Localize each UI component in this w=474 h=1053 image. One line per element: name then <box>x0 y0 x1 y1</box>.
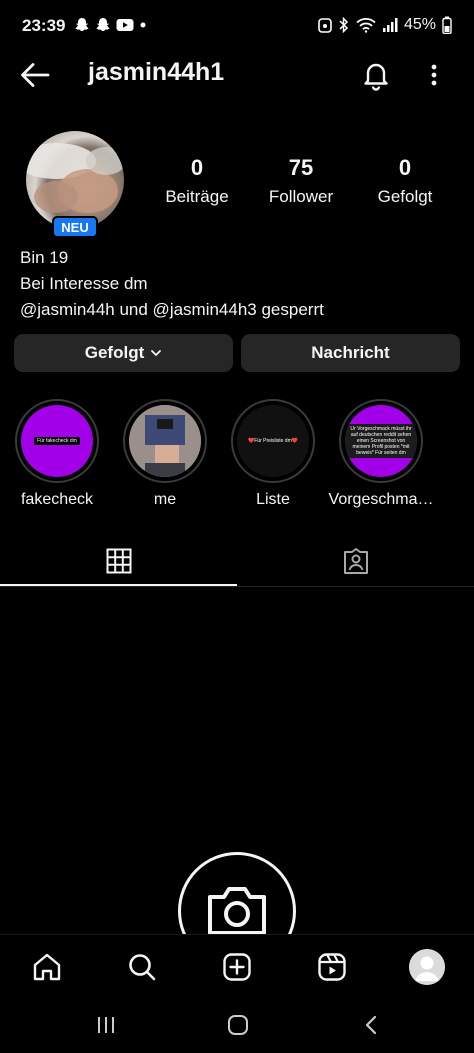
stat-following-label: Gefolgt <box>377 187 433 206</box>
back-system-button[interactable] <box>357 1010 387 1040</box>
bio-line: Bei Interesse dm <box>20 274 148 293</box>
following-button-label: Gefolgt <box>84 343 145 362</box>
highlight-vorgeschmack[interactable]: Ur Vorgeschmack müsst ihr auf deutschen … <box>329 399 433 509</box>
highlight-fakecheck[interactable]: Für fakecheck dm fakecheck <box>14 399 100 509</box>
stat-following-value: 0 <box>398 155 412 180</box>
alarm-icon <box>318 18 332 33</box>
battery-percent: 45% <box>403 16 436 33</box>
signal-icon <box>382 18 398 32</box>
highlight-me[interactable]: me <box>122 399 208 509</box>
stat-posts[interactable]: 0 Beiträge <box>147 155 247 207</box>
default-avatar-icon <box>409 949 445 985</box>
nav-create[interactable] <box>217 947 257 987</box>
new-badge: NEU <box>52 216 98 238</box>
bottom-navigation <box>0 934 474 996</box>
recents-button[interactable] <box>91 1010 121 1040</box>
home-button[interactable] <box>223 1010 253 1040</box>
profile-avatar[interactable] <box>409 949 445 985</box>
tabs-divider <box>0 586 474 587</box>
status-bar: 23:39 45% <box>0 0 474 52</box>
reels-icon <box>318 953 346 981</box>
bio-line: Bin 19 <box>20 248 69 267</box>
tab-tagged[interactable] <box>237 536 474 586</box>
bio-line[interactable]: @jasmin44h und @jasmin44h3 gesperrt <box>20 297 324 323</box>
profile-avatar-container[interactable] <box>26 131 124 229</box>
notifications-button[interactable] <box>359 58 393 92</box>
profile-header: jasmin44h1 <box>0 52 474 98</box>
stat-posts-value: 0 <box>190 155 204 180</box>
home-button-icon <box>228 1015 248 1035</box>
highlight-label: me <box>153 491 177 508</box>
highlight-label: Liste <box>256 491 290 508</box>
dot-icon <box>140 22 146 28</box>
bell-icon <box>364 63 388 91</box>
nav-search[interactable] <box>122 947 162 987</box>
highlight-cover-text: Für fakecheck dm <box>34 437 80 445</box>
tagged-person-icon <box>343 548 368 574</box>
recents-icon <box>98 1017 114 1033</box>
highlight-cover: Für fakecheck dm <box>21 405 93 477</box>
highlight-cover <box>129 405 201 477</box>
highlight-ring: Ur Vorgeschmack müsst ihr auf deutschen … <box>339 399 423 483</box>
snapchat-icon <box>75 18 89 31</box>
bluetooth-icon <box>339 17 349 33</box>
youtube-icon <box>116 19 134 31</box>
following-button[interactable]: Gefolgt <box>14 334 233 372</box>
more-vertical-icon <box>431 64 437 86</box>
message-button-label: Nachricht <box>311 343 390 362</box>
highlight-ring: ❤️Für Preisliste dm❤️ <box>231 399 315 483</box>
profile-username: jasmin44h1 <box>88 58 225 86</box>
nav-profile[interactable] <box>407 947 447 987</box>
system-navigation-bar <box>0 996 474 1053</box>
highlight-cover-text: ❤️Für Preisliste dm❤️ <box>248 438 298 444</box>
wifi-icon <box>356 18 376 33</box>
highlight-ring: Für fakecheck dm <box>15 399 99 483</box>
highlight-label: fakecheck <box>20 491 94 508</box>
nav-home[interactable] <box>27 947 67 987</box>
grid-icon <box>106 548 131 574</box>
more-options-button[interactable] <box>420 58 448 92</box>
status-notifications <box>74 17 147 33</box>
highlight-cover: ❤️Für Preisliste dm❤️ <box>237 405 309 477</box>
battery-icon <box>442 16 452 34</box>
stat-followers-value: 75 <box>288 155 314 180</box>
profile-bio: Bin 19 Bei Interesse dm @jasmin44h und @… <box>20 245 324 323</box>
stat-followers[interactable]: 75 Follower <box>251 155 351 207</box>
highlight-cover: Ur Vorgeschmack müsst ihr auf deutschen … <box>345 405 417 477</box>
tab-grid[interactable] <box>0 536 237 586</box>
highlight-liste[interactable]: ❤️Für Preisliste dm❤️ Liste <box>230 399 316 509</box>
profile-avatar[interactable] <box>26 131 124 229</box>
search-icon <box>129 954 156 981</box>
content-tabs <box>0 536 474 588</box>
snapchat-icon <box>96 18 110 31</box>
create-icon <box>223 953 251 981</box>
home-icon <box>33 953 61 981</box>
camera-icon <box>208 887 266 935</box>
back-button[interactable] <box>18 58 52 92</box>
nav-reels[interactable] <box>312 947 352 987</box>
stat-following[interactable]: 0 Gefolgt <box>355 155 455 207</box>
avatar-photo <box>26 143 124 213</box>
chevron-down-icon <box>151 350 162 357</box>
active-tab-indicator <box>0 584 237 586</box>
stat-posts-label: Beiträge <box>165 187 229 206</box>
highlight-cover-text: Ur Vorgeschmack müsst ihr auf deutschen … <box>345 424 417 458</box>
stat-followers-label: Follower <box>268 187 334 206</box>
message-button[interactable]: Nachricht <box>241 334 460 372</box>
back-arrow-icon <box>21 63 50 87</box>
highlight-ring <box>123 399 207 483</box>
status-system-icons: 45% <box>318 16 452 34</box>
highlight-label: Vorgeschma… <box>328 491 434 508</box>
status-time: 23:39 <box>22 16 66 35</box>
highlight-photo <box>129 405 201 477</box>
back-icon <box>365 1015 377 1035</box>
